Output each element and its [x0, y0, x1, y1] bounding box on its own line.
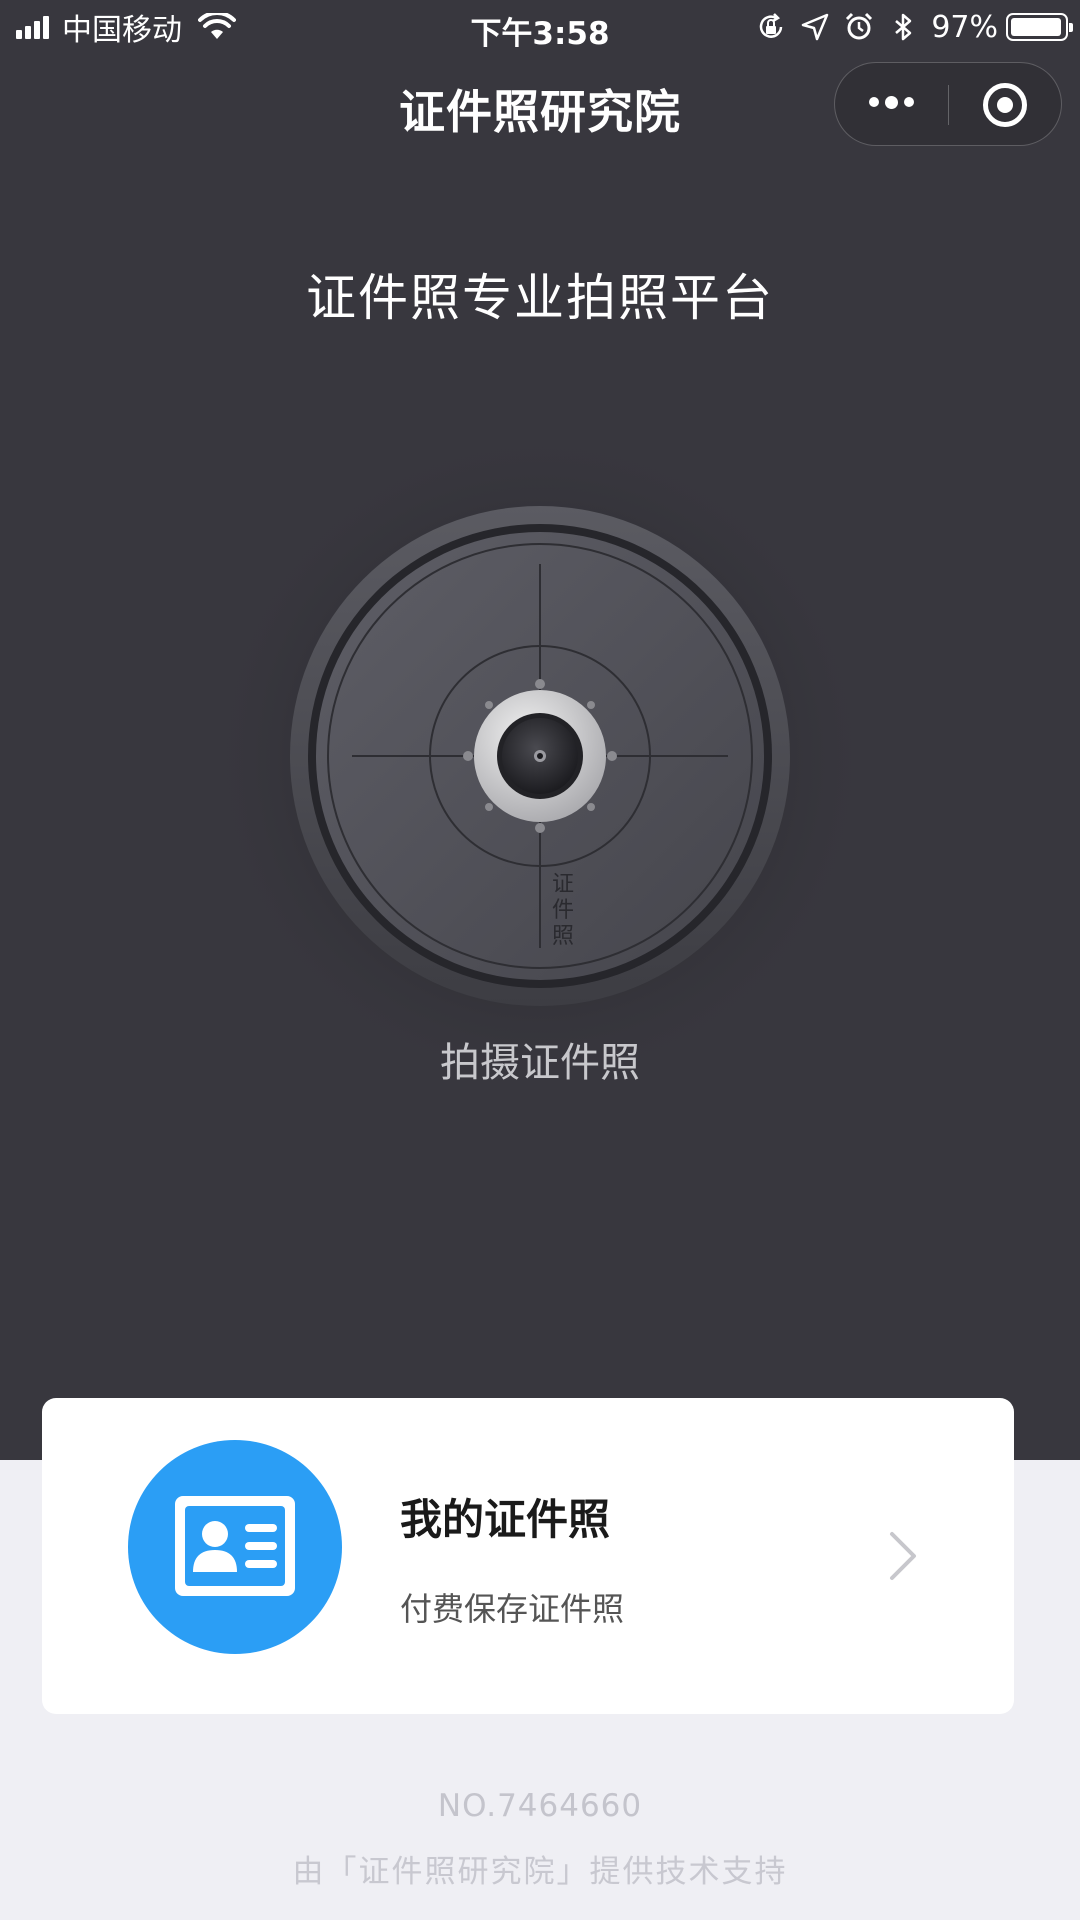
location-icon	[802, 13, 829, 41]
footer-support: 由「证件照研究院」提供技术支持	[292, 1854, 788, 1890]
headline: 证件照专业拍照平台	[306, 269, 774, 327]
battery-icon	[1006, 13, 1073, 41]
chevron-right-icon	[890, 1532, 916, 1580]
target-close-icon	[983, 83, 1027, 127]
shoot-label[interactable]: 拍摄证件照	[0, 1030, 1080, 1088]
footer-number: NO.7464660	[437, 1788, 643, 1824]
status-right: 97%	[743, 8, 1073, 46]
status-bar: 中国移动 下午3:58 97%	[0, 0, 1080, 54]
alarm-icon	[846, 12, 873, 40]
orientation-lock-icon	[760, 13, 783, 38]
battery-percent: 97%	[931, 9, 998, 45]
card-title: 我的证件照	[400, 1495, 611, 1544]
close-button[interactable]	[949, 63, 1062, 145]
dial-char: 件	[551, 898, 574, 923]
dial-engraving: 证 件 照	[548, 872, 578, 950]
more-button[interactable]	[835, 63, 948, 145]
take-photo-button[interactable]: 证 件 照	[200, 420, 880, 1100]
dial-char: 证	[551, 872, 574, 897]
dial-char: 照	[551, 924, 574, 949]
my-photos-card[interactable]: 我的证件照 付费保存证件照	[42, 1398, 1014, 1714]
id-card-icon	[128, 1440, 342, 1654]
card-subtitle: 付费保存证件照	[400, 1590, 625, 1628]
more-dots-icon	[869, 95, 920, 109]
miniprogram-capsule	[834, 62, 1062, 146]
bluetooth-icon	[895, 13, 912, 41]
camera-dial-icon	[200, 420, 880, 1100]
